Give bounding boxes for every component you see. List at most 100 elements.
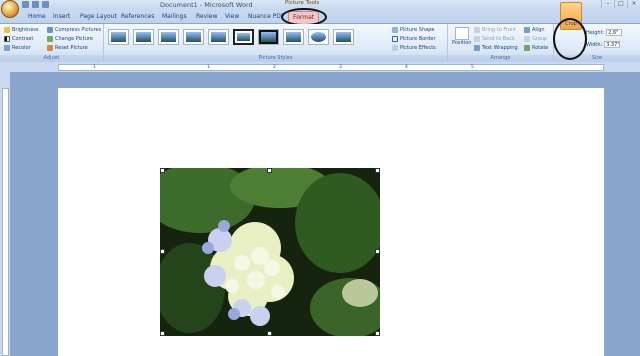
tab-review[interactable]: Review (196, 13, 217, 20)
picture-border-button[interactable]: Picture Border (392, 36, 436, 42)
resize-handle[interactable] (160, 331, 165, 336)
picture-style-1[interactable] (108, 29, 129, 45)
height-input[interactable]: 2.6" (606, 29, 623, 36)
redo-icon[interactable] (42, 1, 49, 8)
reset-icon (47, 45, 53, 51)
ruler-number: 4 (405, 65, 408, 70)
resize-handle[interactable] (375, 168, 380, 173)
text-wrapping-icon (474, 45, 480, 51)
picture-style-4[interactable] (183, 29, 204, 45)
picture-style-8[interactable] (283, 29, 304, 45)
reset-picture-button[interactable]: Reset Picture (47, 45, 88, 51)
ruler-track: 1 1 2 3 4 5 (58, 64, 604, 71)
picture-effects-label: Picture Effects (400, 45, 436, 51)
align-icon (524, 27, 530, 33)
tab-mailings[interactable]: Mailings (162, 13, 187, 20)
position-label: Position (452, 40, 472, 46)
context-group-label: Picture Tools (285, 0, 320, 6)
text-wrapping-button[interactable]: Text Wrapping (474, 45, 518, 51)
change-picture-button[interactable]: Change Picture (47, 36, 93, 42)
arrange-group: Position Bring to Front Send to Back Tex… (448, 24, 554, 62)
rotate-icon (524, 45, 530, 51)
ruler-number: 3 (339, 65, 342, 70)
recolor-label: Recolor (12, 45, 31, 51)
tab-nuance-pdf[interactable]: Nuance PDF (248, 13, 284, 20)
align-button[interactable]: Align (524, 27, 545, 33)
ruler-number: 1 (207, 65, 210, 70)
tab-insert[interactable]: Insert (53, 13, 70, 20)
compress-icon (47, 27, 53, 33)
picture-style-2[interactable] (133, 29, 154, 45)
recolor-button[interactable]: Recolor (4, 45, 31, 51)
tab-references[interactable]: References (121, 13, 154, 20)
reset-picture-label: Reset Picture (55, 45, 88, 51)
compress-pictures-button[interactable]: Compress Pictures (47, 27, 101, 33)
height-field: Height: 2.6" (586, 29, 623, 36)
picture-style-gallery (108, 29, 354, 45)
picture-style-9[interactable] (308, 29, 329, 45)
resize-handle[interactable] (160, 249, 165, 254)
height-label: Height: (586, 29, 605, 36)
position-icon (454, 27, 469, 40)
resize-handle[interactable] (267, 168, 272, 173)
picture-style-10[interactable] (333, 29, 354, 45)
picture-shape-icon (392, 27, 398, 33)
horizontal-ruler: 1 1 2 3 4 5 (0, 62, 640, 72)
picture-style-7[interactable] (258, 29, 279, 45)
resize-handle[interactable] (375, 331, 380, 336)
arrange-group-label: Arrange (448, 55, 553, 62)
text-wrapping-label: Text Wrapping (482, 45, 518, 51)
ruler-number: 5 (471, 65, 474, 70)
title-bar: Document1 - Microsoft Word Picture Tools… (0, 0, 640, 10)
vertical-ruler (0, 72, 10, 356)
picture-styles-group: Picture Shape Picture Border Picture Eff… (104, 24, 448, 62)
ruler-number: 1 (93, 65, 96, 70)
vertical-ruler-track (2, 88, 9, 356)
picture-style-6[interactable] (233, 29, 254, 45)
width-input[interactable]: 3.37" (604, 41, 621, 48)
change-picture-label: Change Picture (55, 36, 93, 42)
adjust-group-label: Adjust (0, 55, 103, 62)
group-icon (524, 36, 530, 42)
office-button[interactable] (1, 0, 19, 18)
ruler-number: 2 (273, 65, 276, 70)
minimize-button[interactable]: – (601, 0, 614, 8)
hydrangea-picture[interactable] (160, 168, 380, 336)
resize-handle[interactable] (160, 168, 165, 173)
resize-handle[interactable] (375, 249, 380, 254)
rotate-button[interactable]: Rotate (524, 45, 548, 51)
width-field: Width: 3.37" (586, 41, 621, 48)
contrast-button[interactable]: Contrast (4, 36, 33, 42)
undo-icon[interactable] (32, 1, 39, 8)
tab-page-layout[interactable]: Page Layout (80, 13, 117, 20)
resize-handle[interactable] (267, 331, 272, 336)
position-button[interactable]: Position (452, 27, 471, 46)
close-button[interactable]: × (627, 0, 640, 8)
brightness-button[interactable]: Brightness (4, 27, 39, 33)
width-label: Width: (586, 41, 603, 48)
hydrangea-image (160, 168, 380, 336)
picture-styles-group-label: Picture Styles (104, 55, 447, 62)
bring-to-front-button[interactable]: Bring to Front (474, 27, 516, 33)
brightness-icon (4, 27, 10, 33)
tab-home[interactable]: Home (28, 13, 46, 20)
picture-style-3[interactable] (158, 29, 179, 45)
group-button[interactable]: Group (524, 36, 547, 42)
bring-front-label: Bring to Front (482, 27, 517, 33)
bring-front-icon (474, 27, 480, 33)
save-icon[interactable] (22, 1, 29, 8)
maximize-button[interactable]: □ (614, 0, 627, 8)
contrast-icon (4, 36, 10, 42)
ribbon: Brightness Contrast Recolor Compress Pic… (0, 24, 640, 62)
window-controls: – □ × (601, 0, 640, 8)
tab-view[interactable]: View (225, 13, 239, 20)
rotate-label: Rotate (532, 45, 549, 51)
picture-shape-label: Picture Shape (400, 27, 435, 33)
send-to-back-button[interactable]: Send to Back (474, 36, 515, 42)
picture-shape-button[interactable]: Picture Shape (392, 27, 434, 33)
picture-effects-button[interactable]: Picture Effects (392, 45, 436, 51)
picture-style-5[interactable] (208, 29, 229, 45)
picture-border-label: Picture Border (400, 36, 436, 42)
align-label: Align (532, 27, 545, 33)
compress-label: Compress Pictures (55, 27, 102, 33)
